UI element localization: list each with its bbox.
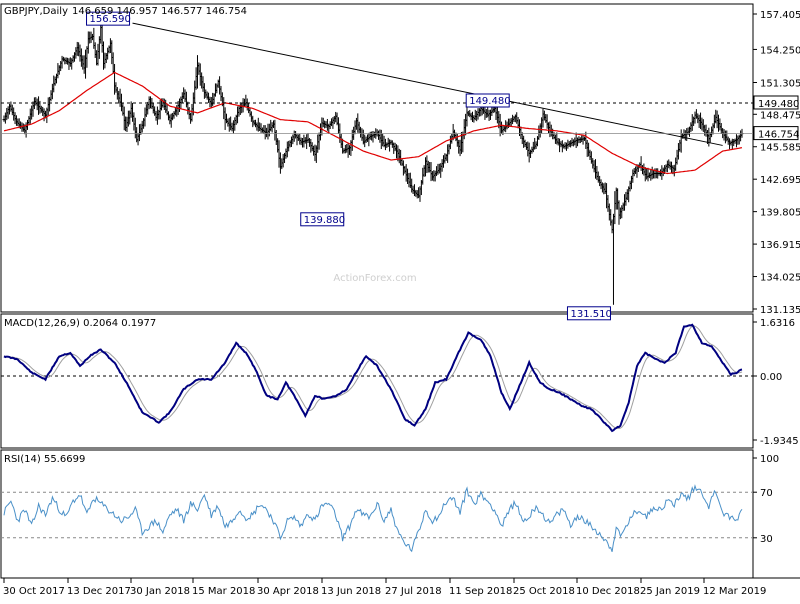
macd-title: MACD(12,26,9) 0.2064 0.1977	[4, 318, 156, 329]
price-tick-label: 134.025	[760, 273, 800, 284]
chart-title: GBPJPY,Daily	[4, 6, 68, 17]
chart-svg: 157.405 154.250 151.305 148.475 145.585 142.6…	[0, 3, 800, 597]
x-tick-label: 13 Dec 2017	[67, 586, 131, 597]
price-tick-label: 157.405	[760, 10, 800, 21]
x-tick-label: 12 Mar 2019	[703, 586, 766, 597]
chart-window: 157.405 154.250 151.305 148.475 145.585 142.6…	[0, 0, 800, 600]
rsi-tick-label: 70	[760, 488, 773, 499]
panel-frame	[0, 3, 754, 313]
x-tick-label: 11 Sep 2018	[449, 586, 512, 597]
rsi-line	[3, 484, 743, 553]
macd-line	[3, 323, 743, 433]
price-tick-label: 131.135	[760, 305, 800, 316]
price-callout-label: 131.510	[570, 309, 611, 320]
price-tick-label: 151.305	[760, 79, 800, 90]
panel-frame	[0, 313, 754, 449]
price-tick-label: 136.915	[760, 240, 800, 251]
price-tick-label: 154.250	[760, 45, 800, 56]
x-tick-label: 15 Mar 2018	[192, 586, 255, 597]
macd-tick-label: 0.00	[760, 372, 782, 383]
rsi-tick-label: 100	[760, 454, 779, 465]
rsi-title: RSI(14) 55.6699	[4, 454, 85, 465]
price-tick-label: 145.585	[760, 143, 800, 154]
x-tick-label: 27 Jul 2018	[385, 586, 442, 597]
price-tag-label: 149.480	[758, 99, 799, 110]
price-callout-label: 149.480	[469, 96, 510, 107]
trendline	[132, 22, 723, 146]
macd-tick-label: 1.6316	[760, 318, 795, 329]
price-tick-label: 139.805	[760, 208, 800, 219]
price-tag-label: 146.754	[758, 130, 799, 141]
x-tick-label: 30 Oct 2017	[3, 586, 65, 597]
x-tick-label: 10 Dec 2018	[576, 586, 640, 597]
x-tick-label: 30 Apr 2018	[257, 586, 319, 597]
price-bars	[2, 17, 744, 305]
macd-tick-label: -1.9345	[760, 436, 799, 447]
x-tick-label: 30 Jan 2018	[130, 586, 190, 597]
price-tick-label: 148.475	[760, 110, 800, 121]
price-callout-label: 139.880	[304, 215, 345, 226]
chart-watermark: ActionForex.com	[333, 273, 416, 284]
x-tick-label: 25 Oct 2018	[513, 586, 575, 597]
x-tick-label: 25 Jan 2019	[640, 586, 700, 597]
x-tick-label: 13 Jun 2018	[321, 586, 381, 597]
price-tick-label: 142.695	[760, 175, 800, 186]
rsi-tick-label: 30	[760, 534, 773, 545]
macd-signal-line	[3, 325, 743, 429]
chart-ohlc: 146.659 146.957 146.577 146.754	[72, 6, 247, 17]
